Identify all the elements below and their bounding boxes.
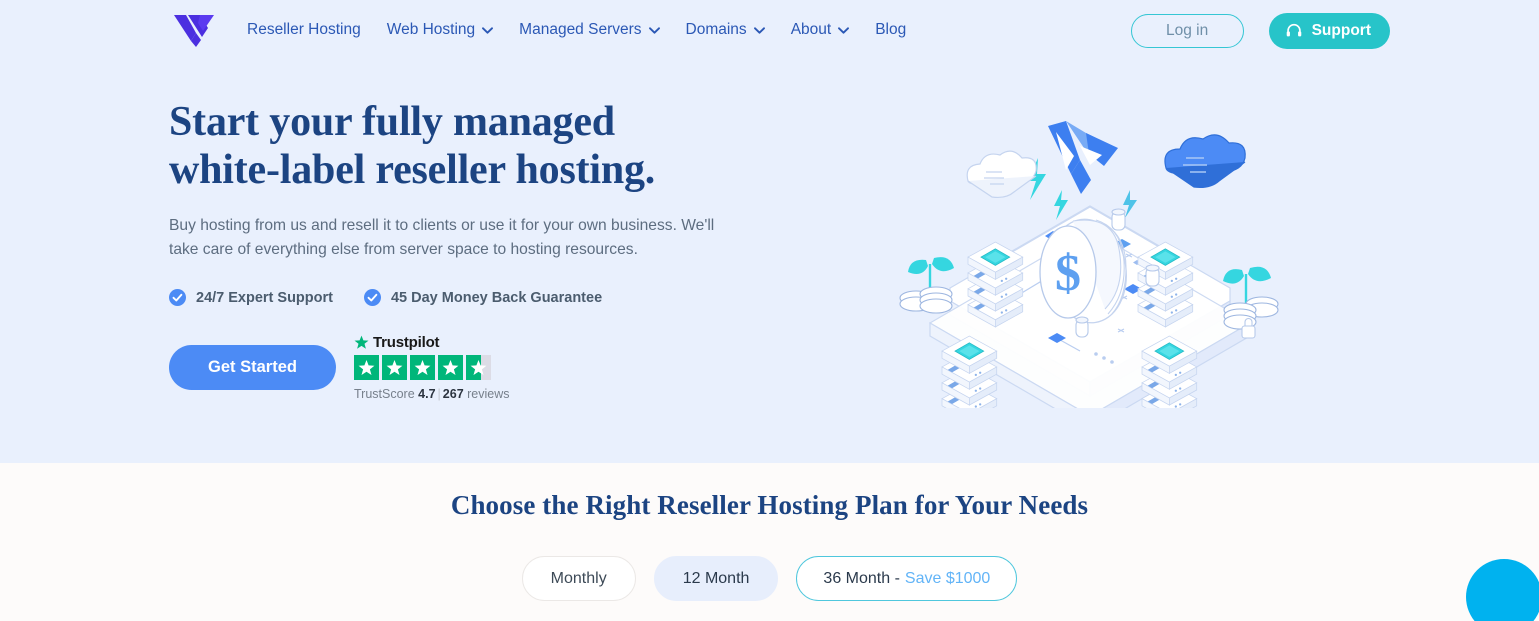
score-value: 4.7: [418, 387, 436, 401]
capacitor-icon: [1145, 264, 1160, 287]
get-started-button[interactable]: Get Started: [169, 345, 336, 390]
review-count: 267: [442, 387, 464, 401]
score-prefix: TrustScore: [354, 387, 415, 401]
nav-item-domains[interactable]: Domains: [686, 16, 778, 44]
tab-label: 12 Month: [682, 569, 750, 587]
trustpilot-logo: Trustpilot: [354, 334, 440, 351]
nav-item-reseller-hosting[interactable]: Reseller Hosting: [247, 16, 374, 44]
trustpilot-widget[interactable]: Trustpilot TrustScore 4.7 | 267 reviews: [354, 334, 510, 401]
chevron-down-icon: [482, 26, 494, 34]
tab-label: 36 Month -: [823, 569, 900, 587]
hero-section: Reseller Hosting Web Hosting Managed Ser…: [0, 0, 1539, 463]
nav-links: Reseller Hosting Web Hosting Managed Ser…: [247, 0, 919, 60]
hero-feature-list: 24/7 Expert Support 45 Day Money Back Gu…: [169, 289, 809, 306]
tab-monthly[interactable]: Monthly: [521, 556, 636, 601]
support-button[interactable]: Support: [1268, 13, 1390, 49]
cloud-icon-right: [1164, 134, 1246, 188]
nav-item-blog[interactable]: Blog: [875, 16, 919, 44]
hero-cta-row: Get Started Trustpilot TrustScore 4.7 | …: [169, 334, 809, 401]
nav-label: Reseller Hosting: [247, 21, 361, 39]
check-circle-icon: [169, 289, 186, 306]
nav-item-web-hosting[interactable]: Web Hosting: [387, 16, 506, 44]
tab-label: Monthly: [550, 569, 607, 587]
cloud-icon-left: [966, 150, 1037, 199]
lightning-icon: [1054, 190, 1068, 220]
pricing-title: Choose the Right Reseller Hosting Plan f…: [450, 490, 1089, 520]
trustpilot-star-icon: [354, 335, 369, 349]
nav-label: Blog: [875, 21, 907, 39]
rating-star-partial: [466, 355, 491, 380]
rating-star: [410, 355, 435, 380]
isometric-server-hosting-illustration: $: [890, 108, 1290, 408]
nav-item-about[interactable]: About: [791, 16, 863, 44]
chevron-down-icon: [648, 26, 660, 34]
rating-star: [382, 355, 407, 380]
chevron-down-icon: [753, 26, 765, 34]
trustpilot-brand: Trustpilot: [373, 334, 440, 351]
login-button[interactable]: Log in: [1130, 14, 1244, 48]
tab-12-month[interactable]: 12 Month: [653, 556, 779, 601]
feature-label: 24/7 Expert Support: [196, 289, 333, 306]
trustpilot-star-rating: [354, 355, 491, 380]
plant-coins-right: [1223, 266, 1279, 330]
hero-title: Start your fully managed white-label res…: [169, 99, 656, 193]
plant-coins-left: [899, 257, 954, 314]
hero-content: Start your fully managed white-label res…: [169, 98, 809, 401]
svg-text:$: $: [1055, 245, 1081, 302]
nav-item-managed-servers[interactable]: Managed Servers: [519, 16, 672, 44]
support-label: Support: [1311, 22, 1371, 39]
capacitor-icon: [1075, 316, 1089, 338]
score-separator: |: [437, 387, 441, 401]
hosting-illustration-graphic: $: [899, 121, 1279, 408]
feature-label: 45 Day Money Back Guarantee: [390, 289, 603, 306]
check-circle-icon: [363, 289, 381, 306]
logo-mark-icon: [174, 15, 214, 47]
nav-label: Managed Servers: [519, 21, 642, 39]
rating-star: [438, 355, 463, 380]
floating-logo-icon: [1048, 121, 1118, 194]
trustpilot-score-line: TrustScore 4.7 | 267 reviews: [354, 387, 510, 401]
feature-item-guarantee: 45 Day Money Back Guarantee: [363, 289, 603, 306]
nav-label: Domains: [685, 21, 747, 39]
nav-actions: Log in Support: [1130, 13, 1390, 49]
hero-subtitle: Buy hosting from us and resell it to cli…: [169, 217, 715, 258]
pricing-section: Choose the Right Reseller Hosting Plan f…: [0, 463, 1539, 621]
billing-term-tabs: Monthly 12 Month 36 Month - Save $1000: [0, 556, 1539, 601]
navbar: Reseller Hosting Web Hosting Managed Ser…: [0, 0, 1539, 60]
nav-label: About: [790, 21, 832, 39]
review-suffix: reviews: [467, 387, 510, 401]
chevron-down-icon: [838, 26, 850, 34]
headset-icon: [1286, 23, 1301, 37]
nav-label: Web Hosting: [386, 21, 476, 39]
tab-save-label: Save $1000: [904, 569, 991, 587]
capacitor-icon: [1111, 208, 1126, 231]
rating-star: [354, 355, 379, 380]
feature-item-support: 24/7 Expert Support: [169, 289, 333, 306]
lightning-icon: [1123, 190, 1137, 218]
verpex-logo[interactable]: [170, 11, 222, 49]
tab-36-month[interactable]: 36 Month - Save $1000: [796, 556, 1018, 601]
